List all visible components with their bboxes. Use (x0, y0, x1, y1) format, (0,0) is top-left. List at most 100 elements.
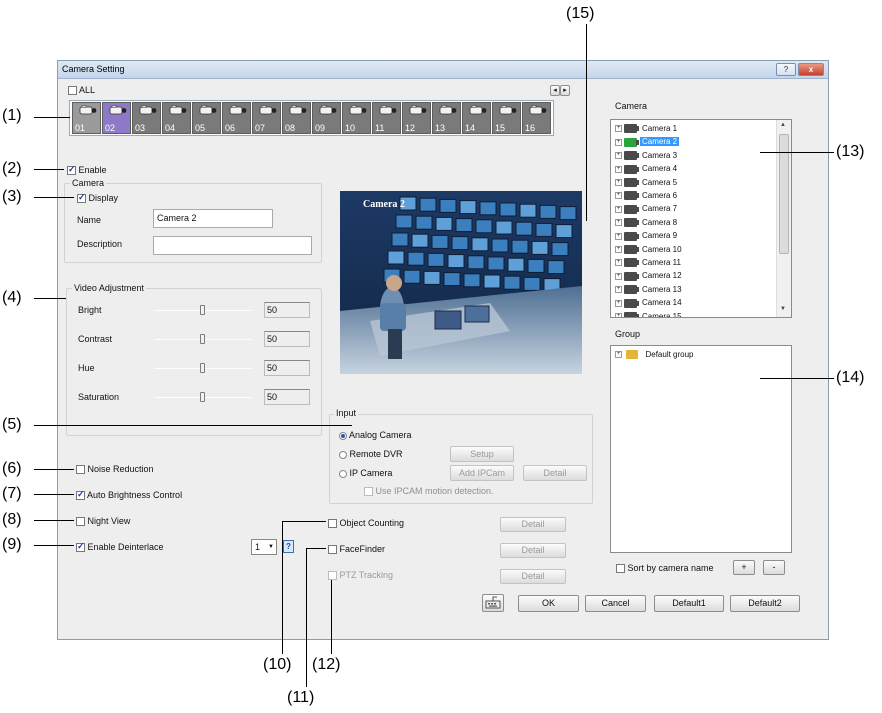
slider-thumb[interactable] (200, 305, 205, 315)
all-checkbox-box[interactable] (68, 86, 77, 96)
camera-tile[interactable]: 03 (132, 102, 161, 134)
description-input[interactable] (153, 236, 312, 255)
camera-tile[interactable]: 09 (312, 102, 341, 134)
camera-tile[interactable]: 16 (522, 102, 551, 134)
camera-tree-item[interactable]: + Camera 5 (615, 176, 679, 189)
display-checkbox-box[interactable] (77, 192, 86, 204)
camera-tree-item[interactable]: + Camera 11 (615, 256, 683, 269)
scroll-down-icon[interactable]: ▼ (780, 306, 786, 312)
camera-tile[interactable]: 15 (492, 102, 521, 134)
ip-camera-radio[interactable]: IP Camera (339, 468, 392, 478)
group-item[interactable]: + Default group (615, 348, 696, 361)
night-view-checkbox[interactable]: Night View (76, 516, 130, 527)
enable-checkbox-box[interactable] (67, 164, 76, 176)
slider-thumb[interactable] (200, 392, 205, 402)
auto-brightness-box[interactable] (76, 489, 85, 501)
camera-tree-item[interactable]: + Camera 6 (615, 189, 679, 202)
expand-icon[interactable]: + (615, 178, 622, 186)
expand-icon[interactable]: + (615, 232, 622, 240)
ok-button[interactable]: OK (518, 595, 579, 612)
camera-tile[interactable]: 05 (192, 102, 221, 134)
ptz-tracking-detail-button[interactable]: Detail (500, 569, 566, 584)
setup-button[interactable]: Setup (450, 446, 514, 462)
camera-tile[interactable]: 02 (102, 102, 131, 134)
keyboard-button[interactable] (482, 594, 504, 612)
night-view-box[interactable] (76, 517, 85, 527)
ipcam-motion-checkbox[interactable]: Use IPCAM motion detection. (364, 486, 494, 497)
add-group-button[interactable]: + (733, 560, 755, 575)
expand-icon[interactable]: + (615, 125, 622, 133)
enable-checkbox[interactable]: Enable (67, 164, 107, 176)
expand-icon[interactable]: + (615, 205, 622, 213)
scroll-left-button[interactable]: ◂ (550, 85, 560, 96)
ip-detail-button[interactable]: Detail (523, 465, 587, 481)
scroll-right-button[interactable]: ▸ (560, 85, 570, 96)
expand-icon[interactable]: + (615, 272, 622, 280)
deinterlace-select[interactable]: 1 ▼ (251, 539, 277, 555)
facefinder-box[interactable] (328, 545, 337, 555)
facefinder-checkbox[interactable]: FaceFinder (328, 544, 385, 555)
ipcam-motion-checkbox-box[interactable] (364, 487, 373, 497)
remove-group-button[interactable]: - (763, 560, 785, 575)
camera-tile[interactable]: 08 (282, 102, 311, 134)
help-icon[interactable]: ? (283, 540, 294, 553)
add-ipcam-button[interactable]: Add IPCam (450, 465, 514, 481)
expand-icon[interactable]: + (615, 152, 622, 160)
camera-tile[interactable]: 07 (252, 102, 281, 134)
noise-reduction-checkbox[interactable]: Noise Reduction (76, 464, 154, 475)
ptz-tracking-box[interactable] (328, 571, 337, 581)
camera-tree-item[interactable]: + Camera 8 (615, 216, 679, 229)
group-tree[interactable]: + Default group (610, 345, 792, 553)
noise-reduction-box[interactable] (76, 465, 85, 475)
camera-tree-item[interactable]: + Camera 15 (615, 310, 684, 317)
camera-tile[interactable]: 04 (162, 102, 191, 134)
camera-tree-scrollbar[interactable]: ▲ ▼ (776, 120, 791, 317)
adjustment-value[interactable]: 50 (264, 302, 310, 318)
scroll-up-icon[interactable]: ▲ (780, 122, 786, 128)
camera-tree-item[interactable]: + Camera 1 (615, 122, 679, 135)
slider-thumb[interactable] (200, 363, 205, 373)
close-button[interactable]: x (798, 63, 824, 76)
display-checkbox[interactable]: Display (77, 192, 118, 204)
default2-button[interactable]: Default2 (730, 595, 800, 612)
camera-tile[interactable]: 06 (222, 102, 251, 134)
auto-brightness-checkbox[interactable]: Auto Brightness Control (76, 489, 182, 501)
deinterlace-box[interactable] (76, 541, 85, 553)
camera-tree-item[interactable]: + Camera 13 (615, 283, 684, 296)
object-counting-box[interactable] (328, 519, 337, 529)
slider-thumb[interactable] (200, 334, 205, 344)
expand-icon[interactable]: + (615, 312, 622, 317)
help-button[interactable]: ? (776, 63, 796, 76)
expand-icon[interactable]: + (615, 219, 622, 227)
camera-tile[interactable]: 13 (432, 102, 461, 134)
adjustment-value[interactable]: 50 (264, 360, 310, 376)
analog-camera-radio[interactable]: Analog Camera (339, 430, 412, 440)
camera-tile[interactable]: 10 (342, 102, 371, 134)
deinterlace-checkbox[interactable]: Enable Deinterlace (76, 541, 164, 553)
camera-tree-item[interactable]: + Camera 4 (615, 162, 679, 175)
object-counting-detail-button[interactable]: Detail (500, 517, 566, 532)
facefinder-detail-button[interactable]: Detail (500, 543, 566, 558)
camera-tree-item[interactable]: + Camera 9 (615, 229, 679, 242)
ptz-tracking-checkbox[interactable]: PTZ Tracking (328, 570, 393, 581)
remote-dvr-radio-dot[interactable] (339, 450, 347, 459)
remote-dvr-radio[interactable]: Remote DVR (339, 449, 403, 459)
cancel-button[interactable]: Cancel (585, 595, 646, 612)
expand-icon[interactable]: + (615, 259, 622, 267)
expand-icon[interactable]: + (615, 192, 622, 200)
camera-tree-item[interactable]: + Camera 12 (615, 269, 684, 282)
camera-tree[interactable]: + Camera 1 + Camera 2 + Camera 3 + Camera 4 + Cam… (610, 119, 792, 318)
expand-icon[interactable]: + (615, 286, 622, 294)
camera-tree-item[interactable]: + Camera 7 (615, 202, 679, 215)
camera-tree-item[interactable]: + Camera 14 (615, 296, 684, 309)
camera-tree-item[interactable]: + Camera 2 (615, 135, 680, 148)
camera-tile[interactable]: 01 (72, 102, 101, 134)
camera-tree-item[interactable]: + Camera 10 (615, 243, 684, 256)
sort-by-name-checkbox[interactable]: Sort by camera name (616, 563, 714, 574)
expand-icon[interactable]: + (615, 165, 622, 173)
default1-button[interactable]: Default1 (654, 595, 724, 612)
camera-tile[interactable]: 12 (402, 102, 431, 134)
expand-icon[interactable]: + (615, 138, 622, 146)
expand-icon[interactable]: + (615, 299, 622, 307)
adjustment-value[interactable]: 50 (264, 331, 310, 347)
